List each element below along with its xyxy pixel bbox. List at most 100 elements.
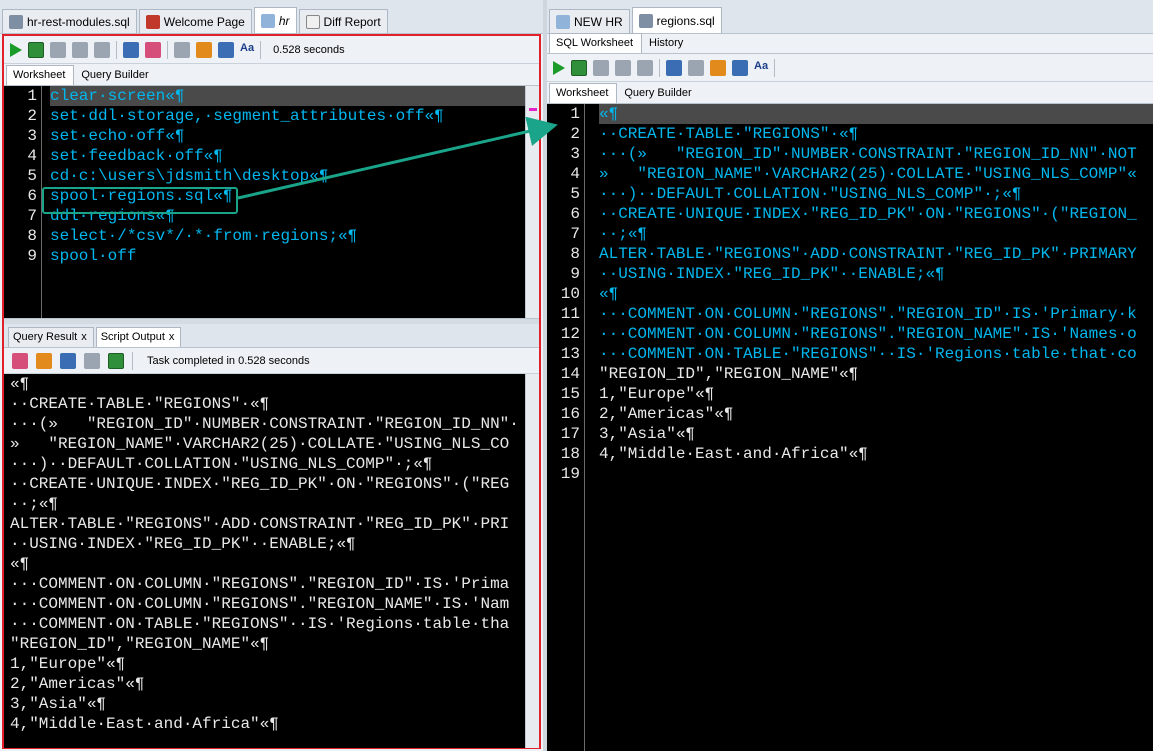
code-line: «¶ [599,285,619,303]
line-number: 14 [560,365,580,383]
rollback-icon[interactable] [615,59,631,76]
line-number: 6 [570,205,580,223]
tab-worksheet[interactable]: Worksheet [549,83,618,103]
clear-icon[interactable] [196,41,212,58]
worksheet-toolbar: Aa 0.528 seconds [4,36,539,64]
output-line: 1,"Europe"«¶ [10,655,126,673]
tab-hr-rest-modules[interactable]: hr-rest-modules.sql [2,9,137,33]
eraser-icon[interactable] [36,352,52,369]
tab-query-builder[interactable]: Query Builder [74,65,157,85]
line-number: 4 [570,165,580,183]
tab-query-result[interactable]: Query Result x [8,327,94,347]
right-worksheet-toolbar: Aa [547,54,1153,82]
code-line: ···(» "REGION_ID"·NUMBER·CONSTRAINT·"REG… [599,145,1137,163]
to-upper-lower-icon[interactable]: Aa [240,42,254,58]
output-line: 3,"Asia"«¶ [10,695,107,713]
code-line: «¶ [599,104,1153,124]
tab-sql-worksheet[interactable]: SQL Worksheet [549,33,643,53]
task-status: Task completed in 0.528 seconds [147,354,310,367]
run-script-icon[interactable] [571,59,587,76]
scroll-marker [529,108,537,111]
code-line: ··CREATE·UNIQUE·INDEX·"REG_ID_PK"·ON·"RE… [599,205,1137,223]
run-statement-icon[interactable] [553,60,565,75]
code-line: cd·c:\users\jdsmith\desktop«¶ [50,167,329,185]
history-icon[interactable] [218,41,234,58]
toolbar-separator [167,40,168,59]
code-line: "REGION_ID","REGION_NAME"«¶ [599,365,859,383]
tab-welcome-page[interactable]: Welcome Page [138,9,252,33]
autotrace-icon[interactable] [123,41,139,58]
script-output[interactable]: «¶ ··CREATE·TABLE·"REGIONS"·«¶ ···(» "REGI… [4,374,539,748]
line-number: 1 [570,105,580,123]
tab-diff-report[interactable]: Diff Report [298,9,388,33]
code-line: ··;«¶ [599,225,648,243]
code-line: ··CREATE·TABLE·"REGIONS"·«¶ [599,125,859,143]
line-number: 12 [560,325,580,343]
toolbar-separator [260,40,262,59]
clear-icon[interactable] [710,59,726,76]
line-number: 4 [27,147,37,165]
line-number: 1 [27,87,37,105]
tab-new-hr[interactable]: NEW HR [549,9,630,33]
right-document-tabs: NEW HR regions.sql [547,0,1153,34]
editor-text: clear·screen«¶ set·ddl·storage,·segment_a… [50,86,539,266]
tab-script-output[interactable]: Script Output x [95,327,182,347]
cancel-icon[interactable] [145,41,161,58]
code-line: clear·screen«¶ [50,86,539,106]
output-line: ···)··DEFAULT·COLLATION·"USING_NLS_COMP"… [10,455,433,473]
sql-tuning-icon[interactable] [174,41,190,58]
code-line: ···COMMENT·ON·TABLE·"REGIONS"··IS·'Regio… [599,345,1137,363]
save-icon[interactable] [60,352,76,369]
commit-icon[interactable] [50,41,66,58]
tab-query-builder[interactable]: Query Builder [617,83,700,103]
tab-history[interactable]: History [642,33,692,53]
spool-callout-box [42,187,238,214]
print-icon[interactable] [84,352,100,369]
highlighted-worksheet-frame: Aa 0.528 seconds Worksheet Query Builder… [2,34,541,749]
sql-tuning-icon[interactable] [688,59,704,76]
worksheet-subtabs: Worksheet Query Builder [4,64,539,86]
line-number-gutter: 1 2 3 4 5 6 7 8 9 [4,86,42,318]
output-line: "REGION_ID","REGION_NAME"«¶ [10,635,270,653]
line-number: 2 [570,125,580,143]
tab-regions-sql[interactable]: regions.sql [631,7,722,33]
line-number: 6 [27,187,37,205]
line-number: 9 [27,247,37,265]
to-upper-lower-icon[interactable]: Aa [754,60,768,76]
explain-plan-icon[interactable] [94,41,110,58]
code-line: 3,"Asia"«¶ [599,425,696,443]
output-line: ··CREATE·TABLE·"REGIONS"·«¶ [10,395,270,413]
code-line: set·echo·off«¶ [50,127,185,145]
output-scrollbar[interactable] [525,374,539,748]
autotrace-icon[interactable] [666,59,682,76]
tab-worksheet[interactable]: Worksheet [6,65,75,85]
output-text: «¶ ··CREATE·TABLE·"REGIONS"·«¶ ···(» "REGI… [10,374,539,734]
toolbar-separator [659,58,660,77]
right-worksheet-subtabs: Worksheet Query Builder [547,82,1153,104]
rollback-icon[interactable] [72,41,88,58]
pin-icon[interactable] [12,352,28,369]
line-number: 3 [27,127,37,145]
tab-hr[interactable]: hr [253,7,297,33]
tab-label: regions.sql [656,13,715,28]
output-line: ALTER·TABLE·"REGIONS"·ADD·CONSTRAINT·"RE… [10,515,510,533]
commit-icon[interactable] [593,59,609,76]
history-icon[interactable] [732,59,748,76]
toolbar-separator [774,58,776,77]
editor-scrollbar[interactable] [525,86,539,318]
regions-sql-editor[interactable]: 1 2 3 4 5 6 7 8 9 10 11 12 13 14 15 16 17 18 19 «¶ ··CREATE… [547,104,1153,751]
explain-plan-icon[interactable] [637,59,653,76]
output-tabs: Query Result x Script Output x [4,324,539,348]
toolbar-separator [132,351,133,370]
line-number: 15 [560,385,580,403]
output-line: 4,"Middle·East·and·Africa"«¶ [10,715,279,733]
run-statement-icon[interactable] [10,42,22,57]
line-number: 7 [570,225,580,243]
export-icon[interactable] [108,352,124,369]
toolbar-separator [116,40,117,59]
close-icon[interactable]: x [169,331,175,343]
close-icon[interactable]: x [81,331,87,343]
elapsed-time: 0.528 seconds [273,43,345,56]
run-script-icon[interactable] [28,41,44,58]
output-line: 2,"Americas"«¶ [10,675,145,693]
